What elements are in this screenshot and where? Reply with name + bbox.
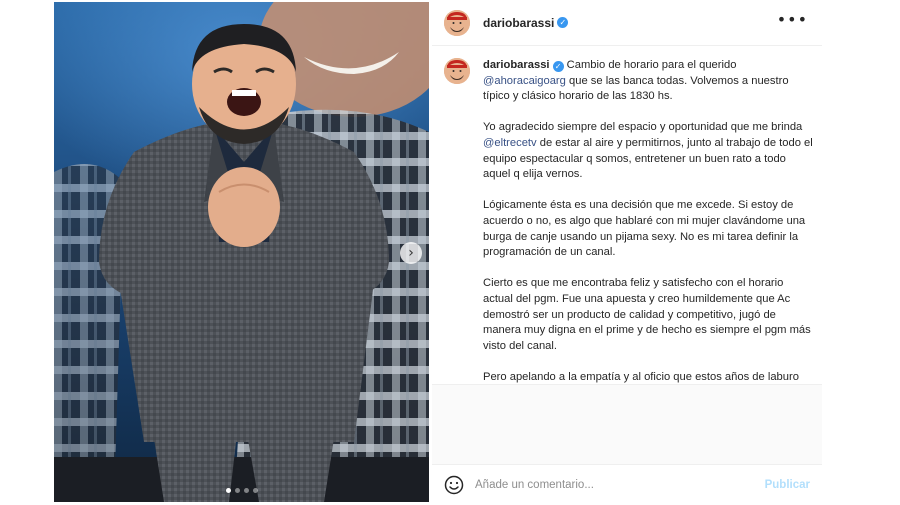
caption-paragraph: Pero apelando a la empatía y al oficio q…: [483, 370, 813, 384]
caption-paragraph: Cierto es que me encontraba feliz y sati…: [483, 276, 813, 354]
carousel-indicator: [54, 488, 429, 493]
post-header: dariobarassi ✓ •••: [432, 0, 822, 46]
comments-area: [432, 384, 822, 464]
emoji-icon[interactable]: [444, 475, 464, 495]
caption-text: Pero apelando a la empatía y al oficio q…: [483, 370, 799, 383]
next-image-button[interactable]: ›: [400, 242, 422, 264]
caption-paragraph: Yo agradecido siempre del espacio y opor…: [483, 120, 813, 182]
caption-area[interactable]: dariobarassi ✓ Cambio de horario para el …: [432, 46, 822, 384]
comment-bar: Publicar: [432, 464, 822, 505]
caption-text: Cierto es que me encontraba feliz y sati…: [483, 277, 811, 352]
caption-paragraph: dariobarassi ✓ Cambio de horario para el …: [483, 58, 813, 105]
mention-link[interactable]: @ahoracaigoarg: [483, 75, 566, 87]
caption-text: Yo agradecido siempre del espacio y opor…: [483, 121, 803, 134]
caption-text: Lógicamente ésta es una decisión que me …: [483, 199, 806, 259]
more-options-icon[interactable]: •••: [777, 12, 808, 28]
post-panel: dariobarassi ✓ ••• dariobarassi ✓ Cambio d…: [432, 0, 822, 505]
post-author-username[interactable]: dariobarassi: [483, 16, 554, 30]
mention-link[interactable]: @eltrecetv: [483, 137, 537, 149]
carousel-dot: [243, 488, 249, 493]
carousel-dot: [252, 488, 258, 493]
publish-button[interactable]: Publicar: [765, 479, 810, 491]
avatar[interactable]: [444, 9, 470, 36]
carousel-dot: [234, 488, 240, 493]
verified-badge-icon: ✓: [557, 17, 569, 28]
post-photo: [54, 2, 429, 502]
caption-paragraph: Lógicamente ésta es una decisión que me …: [483, 198, 813, 260]
verified-badge-icon: ✓: [552, 61, 564, 73]
post-media[interactable]: ›: [54, 2, 429, 502]
carousel-dot: [225, 488, 231, 493]
caption-text: Cambio de horario para el querido: [563, 59, 737, 71]
chevron-right-icon: ›: [408, 245, 414, 261]
caption-username[interactable]: dariobarassi: [483, 59, 550, 71]
caption-avatar[interactable]: [444, 58, 470, 84]
post-caption: dariobarassi ✓ Cambio de horario para el …: [483, 58, 813, 384]
comment-input[interactable]: [475, 479, 745, 491]
